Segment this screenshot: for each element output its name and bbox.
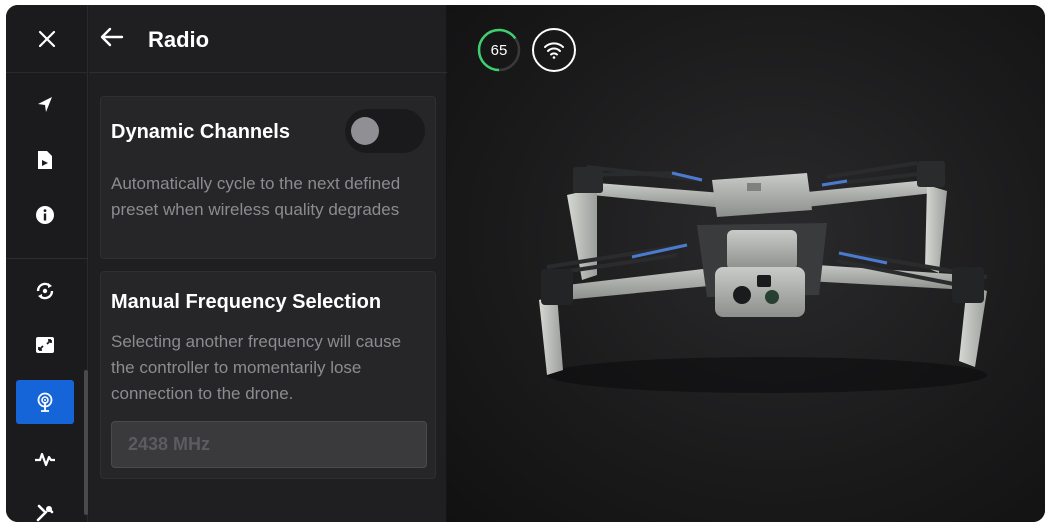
rail-item-navigation[interactable] [16, 83, 74, 127]
close-icon [38, 30, 56, 47]
rail-divider [6, 258, 88, 259]
toggle-knob [351, 117, 379, 145]
rail-item-sync[interactable] [16, 269, 74, 313]
close-button[interactable] [6, 5, 88, 73]
rail-scrollbar[interactable] [84, 370, 88, 515]
manual-frequency-description: Selecting another frequency will cause t… [111, 332, 402, 403]
sync-icon [36, 282, 54, 300]
app-window: Radio Dynamic Channels Automatically cyc… [6, 5, 1045, 522]
rail-item-diagnostics[interactable] [16, 437, 74, 481]
location-arrow-icon [38, 97, 52, 112]
manual-frequency-title: Manual Frequency Selection [111, 291, 382, 313]
back-button[interactable] [97, 22, 127, 52]
aspect-ratio-icon [36, 337, 54, 353]
manual-frequency-card: Manual Frequency Selection Selecting ano… [100, 271, 436, 479]
page-title: Radio [148, 27, 210, 52]
drone-preview: 65 [447, 5, 1045, 522]
frequency-field[interactable] [111, 421, 427, 468]
radio-settings-panel: Radio Dynamic Channels Automatically cyc… [89, 5, 447, 522]
panel-header: Radio [89, 5, 447, 73]
tools-icon [36, 504, 54, 522]
activity-icon [35, 452, 55, 467]
rail-item-display[interactable] [16, 323, 74, 367]
rail-item-media[interactable] [16, 138, 74, 182]
dynamic-channels-card: Dynamic Channels Automatically cycle to … [100, 96, 436, 259]
rail-item-info[interactable] [16, 193, 74, 237]
dynamic-channels-title: Dynamic Channels [111, 121, 290, 143]
radio-tower-icon [37, 392, 53, 412]
icon-rail [6, 5, 88, 522]
dynamic-channels-description: Automatically cycle to the next defined … [111, 174, 401, 219]
rail-item-tools[interactable] [16, 491, 74, 522]
info-icon [36, 206, 54, 224]
drone-image [539, 161, 988, 393]
rail-item-radio[interactable] [16, 380, 74, 424]
media-file-icon [38, 151, 52, 169]
dynamic-channels-toggle[interactable] [345, 109, 425, 153]
arrow-left-icon [100, 27, 124, 47]
